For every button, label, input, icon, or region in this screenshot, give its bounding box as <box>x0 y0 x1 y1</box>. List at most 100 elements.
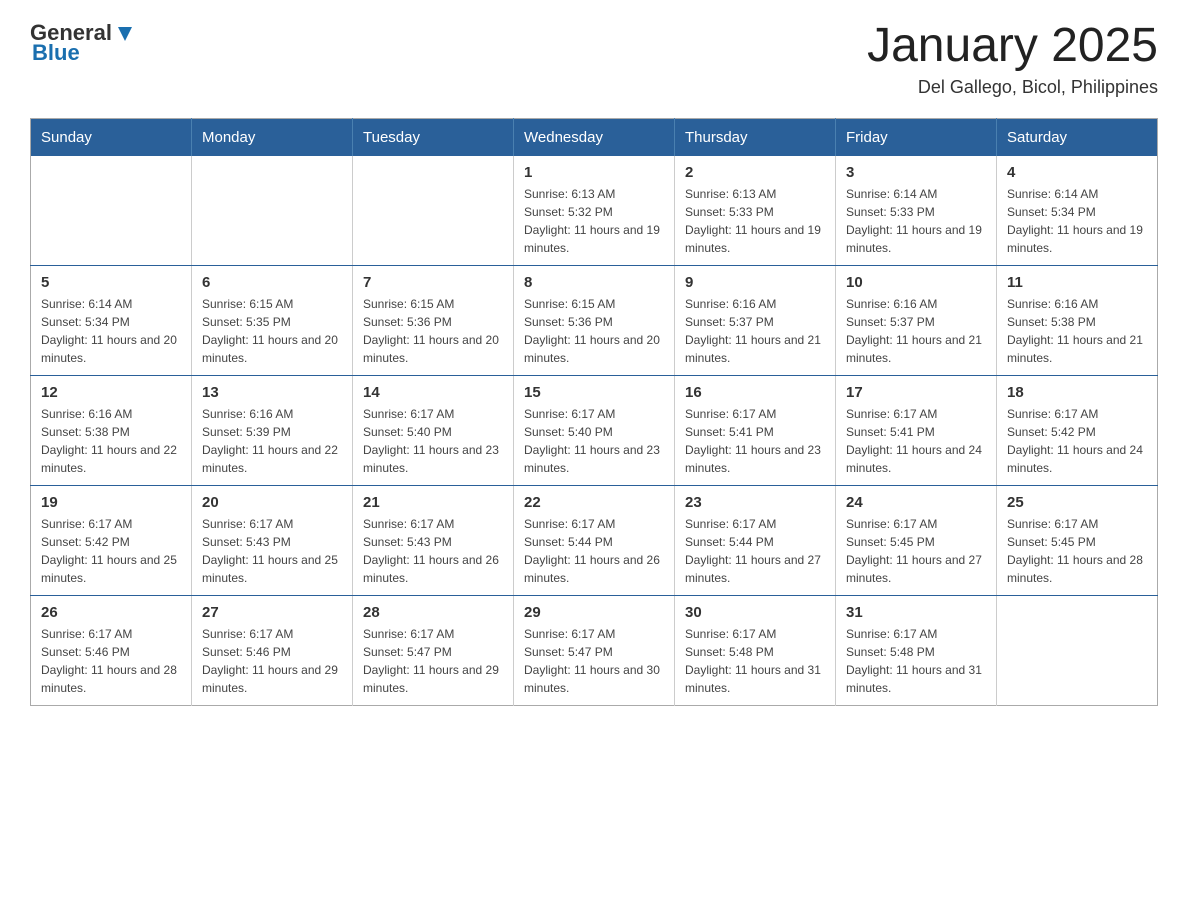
day-number: 26 <box>41 604 181 621</box>
day-info: Sunrise: 6:17 AMSunset: 5:48 PMDaylight:… <box>846 625 986 697</box>
day-number: 13 <box>202 384 342 401</box>
day-number: 3 <box>846 164 986 181</box>
day-info: Sunrise: 6:16 AMSunset: 5:37 PMDaylight:… <box>685 295 825 367</box>
day-number: 22 <box>524 494 664 511</box>
day-number: 21 <box>363 494 503 511</box>
day-info: Sunrise: 6:16 AMSunset: 5:37 PMDaylight:… <box>846 295 986 367</box>
title-section: January 2025 Del Gallego, Bicol, Philipp… <box>867 20 1158 98</box>
calendar-week-row: 5 Sunrise: 6:14 AMSunset: 5:34 PMDaylight… <box>31 265 1158 375</box>
day-info: Sunrise: 6:15 AMSunset: 5:35 PMDaylight:… <box>202 295 342 367</box>
calendar-cell: 11 Sunrise: 6:16 AMSunset: 5:38 PMDayligh… <box>997 265 1158 375</box>
logo-blue-text: Blue <box>32 40 136 66</box>
day-info: Sunrise: 6:17 AMSunset: 5:44 PMDaylight:… <box>524 515 664 587</box>
day-info: Sunrise: 6:17 AMSunset: 5:47 PMDaylight:… <box>363 625 503 697</box>
day-info: Sunrise: 6:14 AMSunset: 5:34 PMDaylight:… <box>41 295 181 367</box>
day-number: 19 <box>41 494 181 511</box>
day-info: Sunrise: 6:17 AMSunset: 5:45 PMDaylight:… <box>1007 515 1147 587</box>
day-number: 24 <box>846 494 986 511</box>
day-number: 2 <box>685 164 825 181</box>
calendar-cell: 12Sunrise: 6:16 AMSunset: 5:38 PMDayligh… <box>31 375 192 485</box>
calendar-cell: 28 Sunrise: 6:17 AMSunset: 5:47 PMDayligh… <box>353 595 514 705</box>
day-info: Sunrise: 6:15 AMSunset: 5:36 PMDaylight:… <box>363 295 503 367</box>
calendar-header-friday: Friday <box>836 118 997 156</box>
calendar-cell <box>31 156 192 266</box>
calendar-cell: 25 Sunrise: 6:17 AMSunset: 5:45 PMDayligh… <box>997 485 1158 595</box>
day-info: Sunrise: 6:17 AMSunset: 5:43 PMDaylight:… <box>363 515 503 587</box>
calendar-cell: 29 Sunrise: 6:17 AMSunset: 5:47 PMDayligh… <box>514 595 675 705</box>
day-number: 20 <box>202 494 342 511</box>
calendar-header-thursday: Thursday <box>675 118 836 156</box>
calendar-cell: 9 Sunrise: 6:16 AMSunset: 5:37 PMDaylight… <box>675 265 836 375</box>
calendar-subtitle: Del Gallego, Bicol, Philippines <box>867 77 1158 98</box>
day-number: 23 <box>685 494 825 511</box>
calendar-cell: 18 Sunrise: 6:17 AMSunset: 5:42 PMDayligh… <box>997 375 1158 485</box>
calendar-header-row: SundayMondayTuesdayWednesdayThursdayFrid… <box>31 118 1158 156</box>
day-number: 4 <box>1007 164 1147 181</box>
day-info: Sunrise: 6:17 AMSunset: 5:43 PMDaylight:… <box>202 515 342 587</box>
calendar-cell <box>997 595 1158 705</box>
day-number: 1 <box>524 164 664 181</box>
calendar-cell: 14Sunrise: 6:17 AMSunset: 5:40 PMDayligh… <box>353 375 514 485</box>
calendar-header-wednesday: Wednesday <box>514 118 675 156</box>
calendar-cell: 31Sunrise: 6:17 AMSunset: 5:48 PMDayligh… <box>836 595 997 705</box>
calendar-header-monday: Monday <box>192 118 353 156</box>
day-info: Sunrise: 6:14 AMSunset: 5:34 PMDaylight:… <box>1007 185 1147 257</box>
day-info: Sunrise: 6:16 AMSunset: 5:39 PMDaylight:… <box>202 405 342 477</box>
day-number: 25 <box>1007 494 1147 511</box>
day-info: Sunrise: 6:17 AMSunset: 5:45 PMDaylight:… <box>846 515 986 587</box>
calendar-title: January 2025 <box>867 20 1158 73</box>
calendar-cell: 10Sunrise: 6:16 AMSunset: 5:37 PMDayligh… <box>836 265 997 375</box>
day-number: 15 <box>524 384 664 401</box>
calendar-cell: 17 Sunrise: 6:17 AMSunset: 5:41 PMDayligh… <box>836 375 997 485</box>
day-info: Sunrise: 6:16 AMSunset: 5:38 PMDaylight:… <box>1007 295 1147 367</box>
calendar-week-row: 19Sunrise: 6:17 AMSunset: 5:42 PMDayligh… <box>31 485 1158 595</box>
day-info: Sunrise: 6:13 AMSunset: 5:33 PMDaylight:… <box>685 185 825 257</box>
day-number: 8 <box>524 274 664 291</box>
day-number: 16 <box>685 384 825 401</box>
calendar-cell: 27 Sunrise: 6:17 AMSunset: 5:46 PMDayligh… <box>192 595 353 705</box>
calendar-table: SundayMondayTuesdayWednesdayThursdayFrid… <box>30 118 1158 706</box>
page-header: General Blue January 2025 Del Gallego, B… <box>30 20 1158 98</box>
calendar-cell: 4 Sunrise: 6:14 AMSunset: 5:34 PMDaylight… <box>997 156 1158 266</box>
day-number: 5 <box>41 274 181 291</box>
day-number: 17 <box>846 384 986 401</box>
calendar-header-tuesday: Tuesday <box>353 118 514 156</box>
day-number: 6 <box>202 274 342 291</box>
day-number: 27 <box>202 604 342 621</box>
calendar-cell: 24 Sunrise: 6:17 AMSunset: 5:45 PMDayligh… <box>836 485 997 595</box>
calendar-cell: 5 Sunrise: 6:14 AMSunset: 5:34 PMDaylight… <box>31 265 192 375</box>
calendar-cell: 16Sunrise: 6:17 AMSunset: 5:41 PMDayligh… <box>675 375 836 485</box>
day-info: Sunrise: 6:17 AMSunset: 5:47 PMDaylight:… <box>524 625 664 697</box>
day-info: Sunrise: 6:17 AMSunset: 5:42 PMDaylight:… <box>1007 405 1147 477</box>
calendar-cell: 26Sunrise: 6:17 AMSunset: 5:46 PMDayligh… <box>31 595 192 705</box>
day-number: 29 <box>524 604 664 621</box>
calendar-week-row: 1Sunrise: 6:13 AMSunset: 5:32 PMDaylight… <box>31 156 1158 266</box>
day-number: 28 <box>363 604 503 621</box>
calendar-header-saturday: Saturday <box>997 118 1158 156</box>
day-number: 30 <box>685 604 825 621</box>
day-info: Sunrise: 6:17 AMSunset: 5:46 PMDaylight:… <box>202 625 342 697</box>
day-number: 7 <box>363 274 503 291</box>
calendar-cell: 22 Sunrise: 6:17 AMSunset: 5:44 PMDayligh… <box>514 485 675 595</box>
calendar-cell: 21 Sunrise: 6:17 AMSunset: 5:43 PMDayligh… <box>353 485 514 595</box>
day-info: Sunrise: 6:17 AMSunset: 5:48 PMDaylight:… <box>685 625 825 697</box>
day-number: 18 <box>1007 384 1147 401</box>
day-info: Sunrise: 6:17 AMSunset: 5:40 PMDaylight:… <box>524 405 664 477</box>
day-number: 11 <box>1007 274 1147 291</box>
calendar-cell <box>192 156 353 266</box>
day-info: Sunrise: 6:15 AMSunset: 5:36 PMDaylight:… <box>524 295 664 367</box>
calendar-cell: 20 Sunrise: 6:17 AMSunset: 5:43 PMDayligh… <box>192 485 353 595</box>
calendar-cell: 6 Sunrise: 6:15 AMSunset: 5:35 PMDaylight… <box>192 265 353 375</box>
calendar-cell: 19Sunrise: 6:17 AMSunset: 5:42 PMDayligh… <box>31 485 192 595</box>
calendar-week-row: 12Sunrise: 6:16 AMSunset: 5:38 PMDayligh… <box>31 375 1158 485</box>
calendar-cell: 13 Sunrise: 6:16 AMSunset: 5:39 PMDayligh… <box>192 375 353 485</box>
day-number: 9 <box>685 274 825 291</box>
day-info: Sunrise: 6:17 AMSunset: 5:44 PMDaylight:… <box>685 515 825 587</box>
day-number: 12 <box>41 384 181 401</box>
calendar-cell: 30 Sunrise: 6:17 AMSunset: 5:48 PMDayligh… <box>675 595 836 705</box>
logo: General Blue <box>30 20 136 66</box>
day-info: Sunrise: 6:17 AMSunset: 5:41 PMDaylight:… <box>846 405 986 477</box>
day-info: Sunrise: 6:14 AMSunset: 5:33 PMDaylight:… <box>846 185 986 257</box>
calendar-cell: 1Sunrise: 6:13 AMSunset: 5:32 PMDaylight… <box>514 156 675 266</box>
calendar-cell: 15 Sunrise: 6:17 AMSunset: 5:40 PMDayligh… <box>514 375 675 485</box>
